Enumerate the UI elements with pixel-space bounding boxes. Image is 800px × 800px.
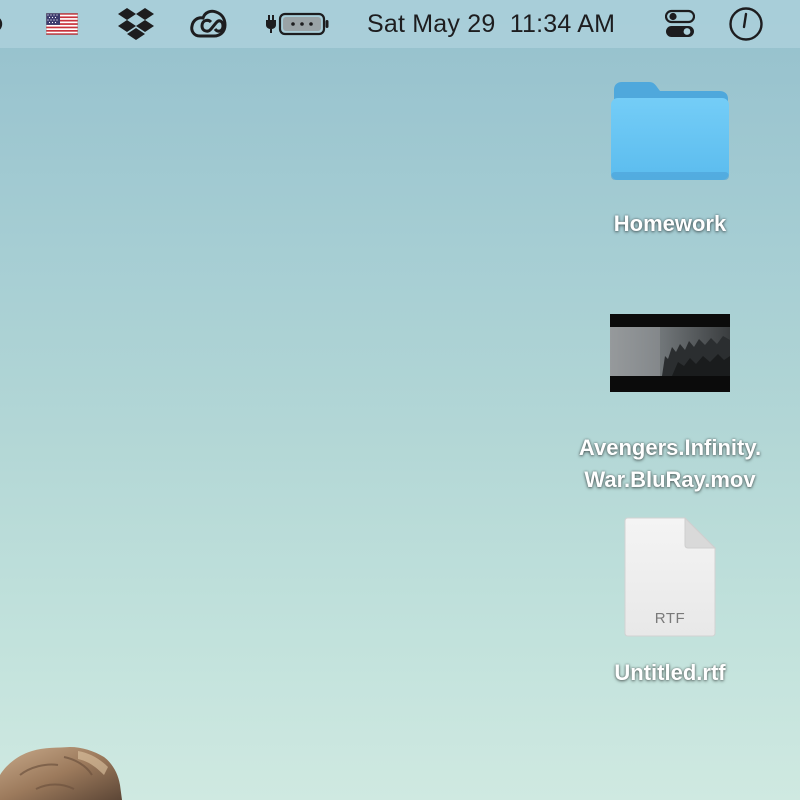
creative-cloud-icon[interactable] bbox=[189, 0, 229, 48]
desktop-item-homework[interactable]: Homework bbox=[575, 80, 765, 240]
partial-menu-icon[interactable] bbox=[0, 0, 4, 48]
control-center-icon[interactable] bbox=[665, 0, 695, 48]
video-thumbnail bbox=[610, 314, 730, 392]
dropbox-icon[interactable] bbox=[117, 0, 155, 48]
folder-icon bbox=[611, 82, 729, 180]
battery-charging-icon[interactable] bbox=[266, 0, 330, 48]
clock-icon[interactable] bbox=[728, 0, 764, 48]
wallpaper-rock bbox=[0, 747, 122, 800]
menu-bar: Sat May 29 11:34 AM bbox=[0, 0, 800, 48]
datetime-text: Sat May 29 11:34 AM bbox=[367, 9, 616, 38]
desktop-item-video[interactable]: Avengers.Infinity. War.BluRay.mov bbox=[555, 314, 785, 496]
desktop-item-label-line1: Avengers.Infinity. bbox=[578, 435, 762, 460]
us-flag-icon[interactable] bbox=[46, 0, 78, 48]
desktop-item-untitled-rtf[interactable]: RTF Untitled.rtf bbox=[575, 517, 765, 689]
desktop-item-label: Untitled.rtf bbox=[614, 660, 726, 685]
desktop-item-label: Homework bbox=[613, 211, 727, 236]
menu-bar-clock[interactable]: Sat May 29 11:34 AM bbox=[367, 0, 629, 48]
desktop-item-label-line2: War.BluRay.mov bbox=[584, 467, 756, 492]
file-type-badge: RTF bbox=[654, 610, 686, 627]
desktop[interactable]: Sat May 29 11:34 AM Homework Avengers.In… bbox=[0, 0, 800, 800]
rtf-document-icon: RTF bbox=[622, 517, 718, 637]
